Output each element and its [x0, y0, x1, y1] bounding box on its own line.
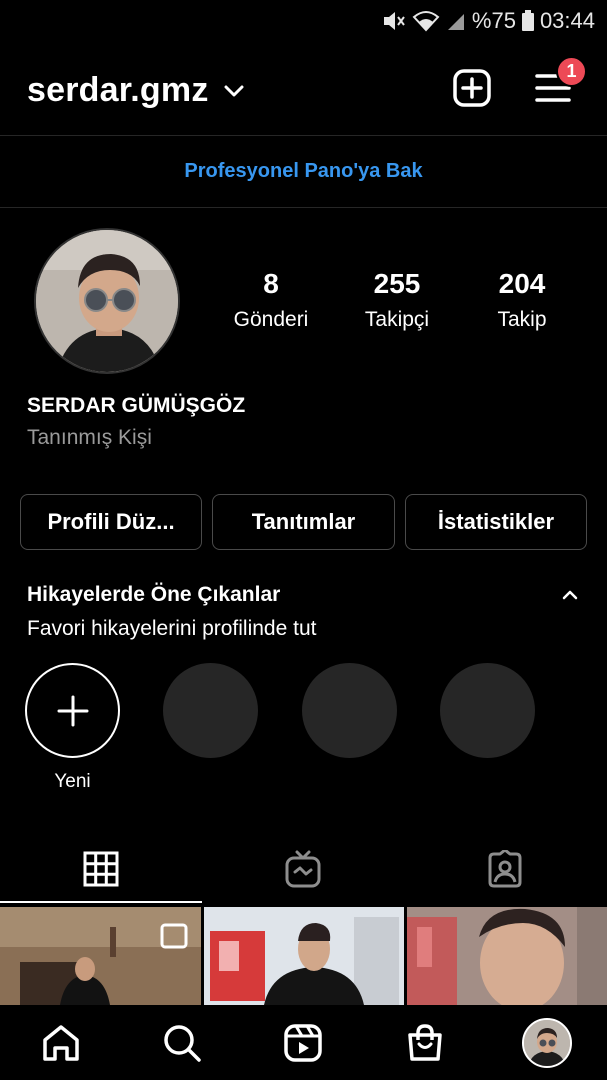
plus-icon — [57, 695, 88, 726]
new-highlight-button[interactable] — [25, 663, 120, 758]
signal-icon — [447, 14, 464, 30]
followers-label: Takipçi — [364, 308, 430, 331]
profile-photo — [36, 230, 178, 372]
clock: 03:44 — [539, 8, 595, 33]
profile-photo — [523, 1019, 570, 1066]
posts-label: Gönderi — [233, 308, 309, 331]
edit-profile-button[interactable]: Profili Düz... — [20, 494, 202, 550]
grid-icon — [83, 851, 119, 887]
mute-icon — [383, 12, 405, 30]
active-tab-indicator — [0, 901, 202, 903]
shop-icon — [407, 1023, 442, 1061]
post-thumbnail — [0, 907, 201, 1005]
grid-post[interactable] — [0, 907, 201, 1005]
battery-icon — [521, 10, 534, 31]
nav-reels[interactable] — [242, 1005, 363, 1080]
stat-posts[interactable]: 8 Gönderi — [225, 268, 317, 332]
grid-post[interactable] — [204, 907, 404, 1005]
battery-percent: %75 — [471, 8, 516, 33]
following-count: 204 — [498, 268, 546, 299]
profile-avatar[interactable] — [34, 228, 180, 374]
tab-igtv[interactable] — [202, 834, 404, 904]
highlights-title: Hikayelerde Öne Çıkanlar — [27, 583, 281, 606]
post-thumbnail — [407, 907, 607, 1005]
username[interactable]: serdar.gmz — [27, 71, 209, 110]
wifi-icon — [412, 11, 440, 32]
full-name: SERDAR GÜMÜŞGÖZ — [27, 394, 246, 417]
new-highlight-label: Yeni — [54, 771, 91, 792]
reels-icon — [283, 1023, 322, 1062]
chevron-up-icon[interactable] — [560, 587, 580, 601]
profile-avatar — [521, 1017, 572, 1068]
insights-button[interactable]: İstatistikler — [405, 494, 587, 550]
professional-dashboard-link[interactable]: Profesyonel Pano'ya Bak — [0, 136, 607, 208]
tab-tagged[interactable] — [404, 834, 606, 904]
profile-tabs — [0, 834, 607, 904]
nav-profile[interactable] — [486, 1005, 607, 1080]
notification-badge: 1 — [556, 56, 587, 87]
status-bar: %75 03:44 — [0, 0, 607, 42]
stat-followers[interactable]: 255 Takipçi — [352, 268, 442, 332]
post-thumbnail — [204, 907, 404, 1005]
highlights-subtitle: Favori hikayelerini profilinde tut — [27, 617, 317, 640]
profile-header: serdar.gmz 1 — [0, 42, 607, 136]
stat-following[interactable]: 204 Takip — [477, 268, 567, 332]
highlight-placeholder — [302, 663, 397, 758]
igtv-icon — [285, 850, 321, 888]
tab-grid[interactable] — [0, 834, 202, 904]
grid-post[interactable] — [407, 907, 607, 1005]
promotions-button[interactable]: Tanıtımlar — [212, 494, 395, 550]
bottom-navigation — [0, 1005, 607, 1080]
profile-category: Tanınmış Kişi — [27, 426, 152, 449]
followers-count: 255 — [373, 268, 421, 299]
following-label: Takip — [497, 308, 547, 331]
nav-shop[interactable] — [364, 1005, 485, 1080]
tagged-icon — [488, 850, 522, 888]
nav-home[interactable] — [0, 1005, 121, 1080]
new-post-icon[interactable] — [453, 69, 491, 107]
home-icon — [42, 1024, 79, 1061]
posts-count: 8 — [263, 268, 279, 299]
search-icon — [163, 1024, 201, 1062]
highlight-placeholder — [440, 663, 535, 758]
status-icons: %75 03:44 — [382, 8, 595, 34]
nav-search[interactable] — [121, 1005, 242, 1080]
chevron-down-icon[interactable] — [224, 84, 244, 98]
highlight-placeholder — [163, 663, 258, 758]
